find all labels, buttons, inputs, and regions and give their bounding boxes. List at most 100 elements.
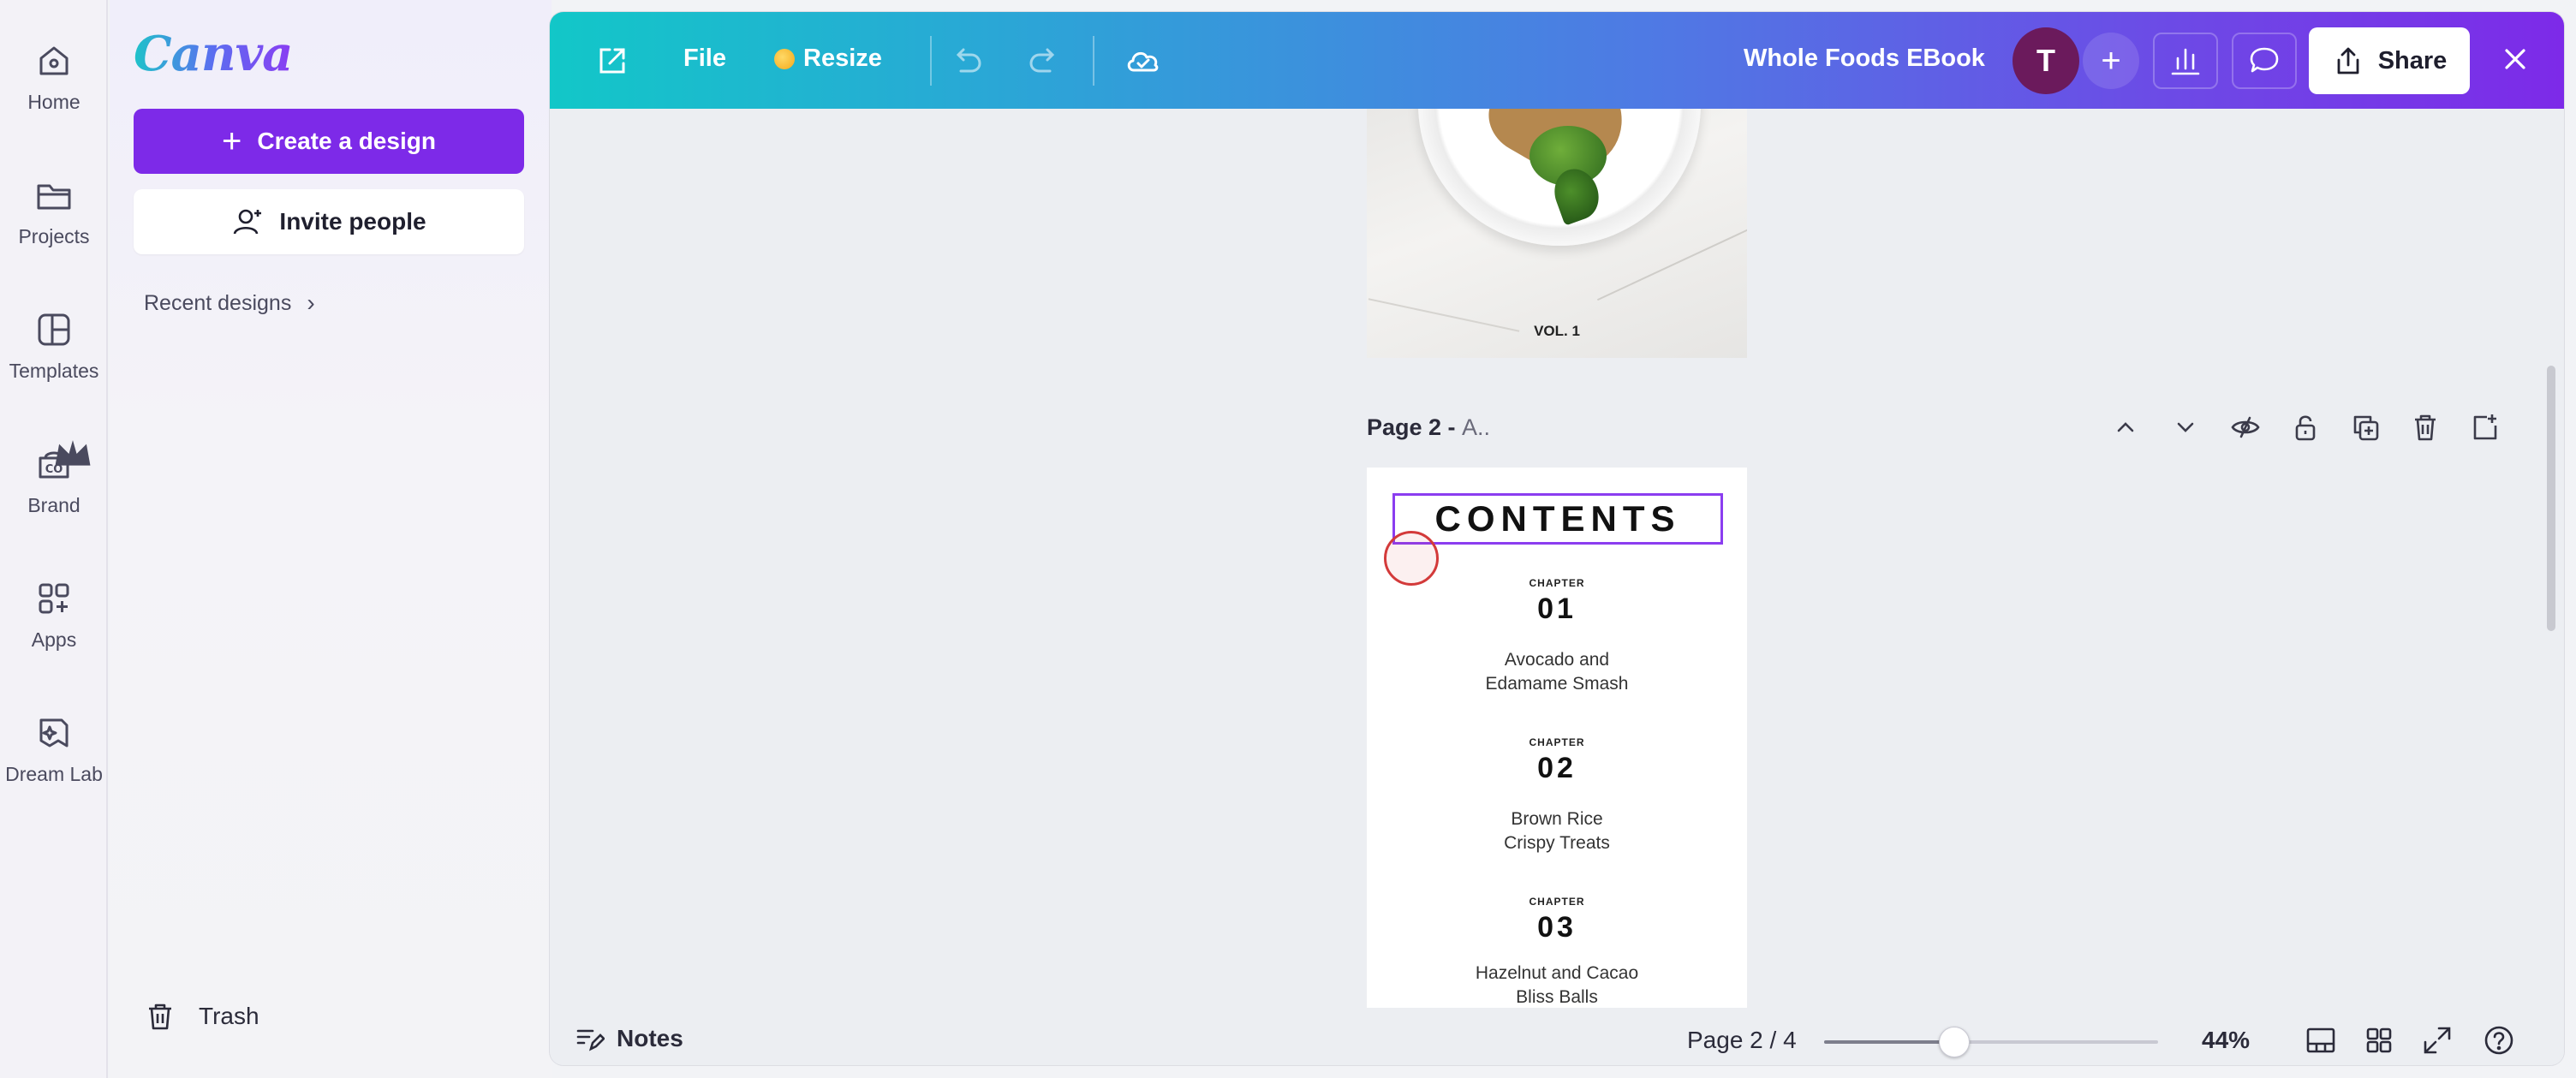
canva-logo[interactable]: Canva (134, 26, 293, 82)
crown-badge-icon (774, 49, 795, 69)
add-person-icon (234, 209, 262, 235)
chapter-1[interactable]: CHAPTER 01 Avocado and Edamame Smash (1367, 577, 1747, 696)
rail-label-apps: Apps (31, 628, 77, 651)
notes-icon (576, 1029, 605, 1051)
rail-item-templates[interactable]: Templates (0, 291, 108, 402)
notes-label: Notes (617, 1025, 683, 1051)
notes-button[interactable]: Notes (574, 1023, 683, 1054)
share-button[interactable]: Share (2309, 27, 2470, 94)
bar-chart-icon (2171, 48, 2200, 75)
help-icon[interactable] (2482, 1023, 2516, 1057)
chapter-kicker: CHAPTER (1529, 736, 1585, 748)
chevron-right-icon: › (307, 289, 315, 316)
editor-toolbar: File Resize Whole Foods EBook T + Share (550, 12, 2564, 109)
resize-label: Resize (803, 45, 882, 72)
apps-icon (33, 577, 75, 620)
chevron-up-icon[interactable] (2108, 410, 2143, 444)
editor-footer: Notes Page 2 / 4 44% (550, 1008, 2564, 1065)
chapter-title-line: Crispy Treats (1504, 833, 1610, 853)
fullscreen-icon[interactable] (2420, 1023, 2454, 1057)
rail-item-brand[interactable]: CO Brand (0, 426, 108, 537)
cloud-saved-icon[interactable] (1122, 39, 1165, 82)
rail-item-dream-lab[interactable]: Dream Lab (0, 694, 108, 806)
page-name-title: A.. (1462, 414, 1491, 440)
invite-people-label: Invite people (279, 208, 426, 235)
zoom-slider-handle[interactable] (1939, 1027, 1971, 1057)
open-external-icon[interactable] (591, 39, 634, 82)
rail-item-home[interactable]: Home (0, 22, 108, 134)
chapter-title-line: Edamame Smash (1485, 674, 1629, 694)
templates-icon (33, 308, 75, 351)
page-name-prefix: Page 2 - (1367, 414, 1463, 440)
add-page-icon[interactable] (2468, 410, 2502, 444)
chapter-kicker: CHAPTER (1529, 896, 1585, 908)
share-icon (2337, 47, 2359, 74)
comments-button[interactable] (2232, 33, 2297, 89)
home-icon (33, 39, 75, 82)
vertical-scrollbar[interactable] (2547, 366, 2555, 631)
plus-icon: + (222, 122, 242, 160)
recent-designs-label: Recent designs (144, 290, 292, 315)
toolbar-divider (930, 36, 932, 86)
duplicate-page-icon[interactable] (2348, 410, 2382, 444)
invite-people-button[interactable]: Invite people (134, 189, 524, 254)
chapter-title: Brown Rice Crispy Treats (1367, 807, 1747, 855)
redo-icon[interactable] (1023, 39, 1065, 82)
lock-icon[interactable] (2288, 410, 2323, 444)
rail-label-dream-lab: Dream Lab (5, 763, 103, 785)
chapter-title-line: Brown Rice (1511, 809, 1603, 829)
rail-label-brand: Brand (27, 494, 80, 516)
chevron-down-icon[interactable] (2168, 410, 2203, 444)
undo-icon[interactable] (945, 39, 988, 82)
add-collaborator-button[interactable]: + (2083, 33, 2139, 89)
create-design-label: Create a design (257, 128, 436, 154)
chapter-title-line: Avocado and (1504, 650, 1610, 670)
contents-title[interactable]: CONTENTS (1392, 493, 1723, 545)
rail-label-home: Home (27, 91, 80, 113)
user-avatar[interactable]: T (2012, 27, 2079, 94)
rail-label-templates: Templates (9, 360, 99, 382)
grid-view-icon[interactable] (2362, 1023, 2396, 1057)
chapter-kicker: CHAPTER (1529, 577, 1585, 589)
chapter-title-line: Hazelnut and Cacao (1475, 963, 1639, 983)
design-title[interactable]: Whole Foods EBook (1744, 45, 1985, 73)
rail-item-projects[interactable]: Projects (0, 157, 108, 268)
share-label: Share (2377, 46, 2448, 74)
marble-vein (1596, 226, 1747, 301)
chapter-title-line: Bliss Balls (1516, 987, 1598, 1007)
insights-button[interactable] (2153, 33, 2218, 89)
chapter-2[interactable]: CHAPTER 02 Brown Rice Crispy Treats (1367, 736, 1747, 855)
trash-link[interactable]: Trash (144, 998, 259, 1035)
zoom-slider-fill (1824, 1040, 1955, 1044)
page-view-icon[interactable] (2304, 1023, 2338, 1057)
brand-icon: CO (33, 440, 91, 485)
page-name[interactable]: Page 2 - A.. (1367, 414, 1490, 441)
volume-caption[interactable]: VOL. 1 (1367, 323, 1747, 340)
page-1-thumbnail[interactable]: VOL. 1 (1367, 109, 1747, 358)
chapter-title: Hazelnut and Cacao Bliss Balls (1367, 962, 1747, 1008)
close-icon[interactable] (2494, 38, 2537, 80)
chapter-title: Avocado and Edamame Smash (1367, 648, 1747, 696)
design-canvas: VOL. 1 Page 2 - A.. CONTENTS CHAPTER 01 … (550, 109, 2564, 1008)
page-2-contents[interactable]: CONTENTS CHAPTER 01 Avocado and Edamame S… (1367, 468, 1747, 1008)
icon-rail: Home Projects Templates CO Brand Apps Dr… (0, 0, 108, 1078)
zoom-level[interactable]: 44% (2202, 1027, 2250, 1054)
comment-icon (2250, 47, 2279, 73)
dream-lab-icon (33, 712, 75, 754)
page-indicator[interactable]: Page 2 / 4 (1687, 1027, 1797, 1054)
trash-icon (149, 1004, 171, 1030)
rail-item-apps[interactable]: Apps (0, 560, 108, 671)
side-panel: Canva + Create a design Invite people Re… (110, 0, 552, 1078)
chapter-number: 03 (1537, 911, 1577, 944)
recent-designs-toggle[interactable]: Recent designs › (144, 288, 315, 319)
chapter-3[interactable]: CHAPTER 03 Hazelnut and Cacao Bliss Balls (1367, 896, 1747, 1008)
zoom-slider[interactable] (1824, 1027, 2158, 1057)
crown-icon (55, 440, 91, 466)
file-menu[interactable]: File (683, 45, 726, 73)
create-design-button[interactable]: + Create a design (134, 109, 524, 174)
hide-page-icon[interactable] (2228, 410, 2263, 444)
chapter-number: 02 (1537, 752, 1577, 784)
resize-button[interactable]: Resize (774, 45, 882, 73)
delete-page-icon[interactable] (2408, 410, 2442, 444)
chapter-number: 01 (1537, 593, 1577, 625)
